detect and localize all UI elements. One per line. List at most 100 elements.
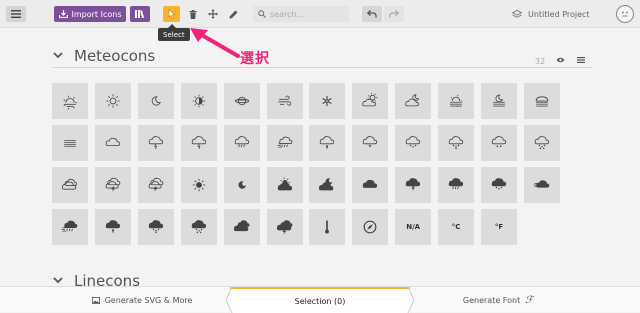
- cloud-lightning-filled-icon: [403, 175, 423, 195]
- icon-cell-cloud-moon[interactable]: [395, 83, 431, 119]
- celsius-icon: °C: [452, 223, 461, 231]
- pencil-icon: [229, 10, 238, 19]
- icon-cell-cloud-snow-filled[interactable]: [481, 167, 517, 203]
- icon-cell-sun-filled[interactable]: [181, 167, 217, 203]
- cloud-drizzle-filled-icon: [146, 217, 166, 237]
- cloud-drizzle-icon: [360, 133, 380, 153]
- icon-cell-cloud-hail[interactable]: [481, 125, 517, 161]
- import-icons-button[interactable]: Import Icons: [54, 6, 126, 22]
- icon-cell-cloud-lightning[interactable]: [138, 125, 174, 161]
- icon-cell-cloud-lightning-2[interactable]: [181, 125, 217, 161]
- icon-cell-moon-filled[interactable]: [224, 167, 260, 203]
- icon-cell-cloud-snow-2[interactable]: [438, 125, 474, 161]
- icon-cell-cloud-sleet-filled[interactable]: [95, 209, 131, 245]
- icon-cell-sunrise[interactable]: [52, 83, 88, 119]
- select-tool-button[interactable]: [163, 6, 180, 22]
- icon-cell-cloud-sleet[interactable]: [309, 125, 345, 161]
- icon-cell-cloud-rain[interactable]: [224, 125, 260, 161]
- icon-cell-cloud-fill-outline[interactable]: [52, 167, 88, 203]
- user-avatar-button[interactable]: [616, 5, 634, 23]
- icon-cell-fahrenheit[interactable]: °F: [481, 209, 517, 245]
- generate-svg-tab[interactable]: Generate SVG & More: [54, 287, 230, 313]
- search-box[interactable]: [253, 6, 349, 22]
- icon-cell-moon[interactable]: [138, 83, 174, 119]
- icon-cell-cloud-wind-filled[interactable]: [524, 167, 560, 203]
- cloud-sun-filled-icon: [275, 175, 295, 195]
- project-name-button[interactable]: Untitled Project: [512, 6, 590, 22]
- icon-cell-celsius[interactable]: °C: [438, 209, 474, 245]
- icon-cell-cloud-snow-3[interactable]: [524, 125, 560, 161]
- icon-cell-cloud-snow[interactable]: [395, 125, 431, 161]
- move-icon: [208, 9, 218, 19]
- sun-icon: [103, 91, 123, 111]
- icon-cell-cloud-sun-filled[interactable]: [267, 167, 303, 203]
- icon-cell-thermometer[interactable]: [309, 209, 345, 245]
- icon-cell-cloud-drizzle[interactable]: [352, 125, 388, 161]
- icon-cell-cloud-wind-rain-filled[interactable]: [52, 209, 88, 245]
- cloud-hail-icon: [489, 133, 509, 153]
- cloud-filled-icon: [360, 175, 380, 195]
- cloud-rain-icon: [232, 133, 252, 153]
- cloud-lightning-2-icon: [189, 133, 209, 153]
- icon-set-header[interactable]: Meteocons 32: [52, 46, 592, 68]
- icon-cell-cloud-wind-rain[interactable]: [267, 125, 303, 161]
- planet-icon: [232, 91, 252, 111]
- icon-cell-sun-half[interactable]: [181, 83, 217, 119]
- cloud-rain-filled-icon: [446, 175, 466, 195]
- icon-set-title: Meteocons: [74, 47, 155, 65]
- icon-cell-cloud-lightning-4[interactable]: [138, 167, 174, 203]
- eye-icon[interactable]: [556, 57, 565, 63]
- search-input[interactable]: [270, 10, 342, 19]
- cloud-snow-3-icon: [532, 133, 552, 153]
- icon-cell-cloud[interactable]: [95, 125, 131, 161]
- search-icon: [258, 10, 266, 18]
- snowflake-icon: [317, 91, 337, 111]
- cloud-moon-filled-icon: [317, 175, 337, 195]
- cursor-icon: [168, 9, 176, 19]
- icon-cell-cloud-rain-filled[interactable]: [438, 167, 474, 203]
- icon-cell-planet[interactable]: [224, 83, 260, 119]
- cloud-lightning-icon: [146, 133, 166, 153]
- font-icon: ℱ: [525, 295, 533, 306]
- cloud-icon: [103, 133, 123, 153]
- redo-button[interactable]: [384, 6, 404, 22]
- icon-cell-cloud-moon-filled[interactable]: [309, 167, 345, 203]
- icon-cell-compass[interactable]: [352, 209, 388, 245]
- edit-tool-button[interactable]: [225, 6, 242, 22]
- undo-button[interactable]: [362, 6, 382, 22]
- icon-cell-na[interactable]: N/A: [395, 209, 431, 245]
- chevron-down-icon[interactable]: [53, 277, 63, 284]
- icon-cell-fog-cloud[interactable]: [524, 83, 560, 119]
- clouds-filled-icon: [232, 217, 252, 237]
- generate-font-label: Generate Font: [463, 296, 520, 305]
- generate-font-tab[interactable]: Generate Font ℱ: [410, 287, 586, 313]
- icon-cell-fog[interactable]: [52, 125, 88, 161]
- import-icon: [59, 10, 68, 18]
- chevron-down-icon[interactable]: [53, 52, 63, 59]
- tab-divider-left-icon: [224, 287, 234, 313]
- selection-tab[interactable]: Selection (0): [230, 287, 410, 313]
- fog-cloud-icon: [532, 91, 552, 111]
- icon-cell-fog-sun[interactable]: [438, 83, 474, 119]
- icon-cell-snowflake[interactable]: [309, 83, 345, 119]
- wind-icon: [275, 91, 295, 111]
- cloud-sleet-icon: [317, 133, 337, 153]
- icon-cell-clouds-lightning-filled[interactable]: [267, 209, 303, 245]
- icon-cell-fog-moon[interactable]: [481, 83, 517, 119]
- icon-cell-cloud-drizzle-filled[interactable]: [138, 209, 174, 245]
- set-menu-icon[interactable]: [577, 57, 585, 63]
- icon-cell-cloud-sun[interactable]: [352, 83, 388, 119]
- fog-moon-icon: [489, 91, 509, 111]
- icon-cell-cloud-lightning-3[interactable]: [95, 167, 131, 203]
- icon-cell-cloud-lightning-filled[interactable]: [395, 167, 431, 203]
- move-tool-button[interactable]: [204, 6, 221, 22]
- delete-tool-button[interactable]: [184, 6, 201, 22]
- icon-cell-sun[interactable]: [95, 83, 131, 119]
- icon-cell-cloud-filled[interactable]: [352, 167, 388, 203]
- icon-library-button[interactable]: [130, 6, 150, 22]
- icon-cell-wind[interactable]: [267, 83, 303, 119]
- hamburger-menu-button[interactable]: [6, 6, 26, 22]
- icon-cell-cloud-snow-filled-2[interactable]: [181, 209, 217, 245]
- icon-cell-clouds-filled[interactable]: [224, 209, 260, 245]
- redo-icon: [389, 10, 399, 18]
